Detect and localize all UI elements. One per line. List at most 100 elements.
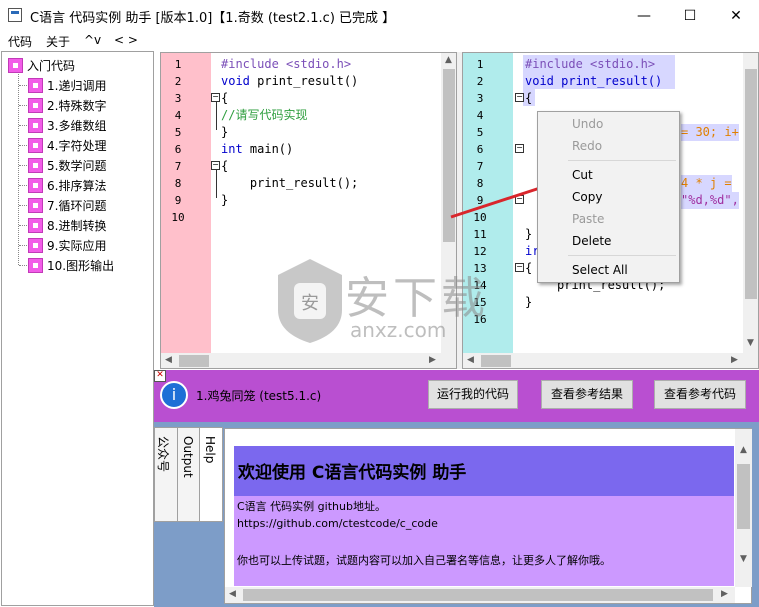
- menu-code[interactable]: 代码: [8, 33, 32, 50]
- tree-item-label: 2.特殊数字: [47, 98, 107, 113]
- ctx-undo[interactable]: Undo: [572, 117, 603, 131]
- tree-item-label: 5.数学问题: [47, 158, 107, 173]
- scroll-thumb-h[interactable]: [179, 355, 209, 367]
- tree-item[interactable]: 6.排序算法: [28, 175, 106, 195]
- help-scrollbar[interactable]: ▲ ▼: [735, 429, 752, 587]
- horizontal-scrollbar[interactable]: ◀ ▶: [161, 353, 456, 368]
- tab-output[interactable]: Output: [177, 427, 201, 522]
- tree-item[interactable]: 8.进制转换: [28, 215, 106, 235]
- help-hscrollbar[interactable]: ◀ ▶: [225, 587, 735, 603]
- tree-root[interactable]: 入门代码: [8, 55, 75, 75]
- code-line: void print_result(): [221, 74, 359, 88]
- file-icon: [28, 257, 43, 273]
- svg-text:安: 安: [301, 293, 319, 314]
- code-line: //请写代码实现: [221, 108, 308, 122]
- fold-marker[interactable]: −: [211, 161, 220, 170]
- context-menu: Undo Redo Cut Copy Paste Delete Select A…: [537, 111, 680, 283]
- line-number: 6: [174, 143, 182, 156]
- ctx-select-all[interactable]: Select All: [572, 263, 628, 277]
- line-number: 5: [476, 126, 484, 139]
- file-icon: [28, 177, 43, 193]
- scroll-left-icon[interactable]: ◀: [225, 587, 240, 602]
- scroll-up-icon[interactable]: ▲: [736, 443, 751, 458]
- file-icon: [28, 97, 43, 113]
- tree-item-label: 4.字符处理: [47, 138, 107, 153]
- tree-item-label: 6.排序算法: [47, 178, 107, 193]
- help-panel: 欢迎使用 C语言代码实例 助手 C语言 代码实例 github地址。 https…: [224, 428, 752, 604]
- watermark-logo: 安: [270, 255, 350, 345]
- ctx-copy[interactable]: Copy: [572, 190, 602, 204]
- fold-marker[interactable]: −: [515, 93, 524, 102]
- fold-marker[interactable]: −: [211, 93, 220, 102]
- info-icon: i: [160, 381, 188, 409]
- ref-code-line-5: = 30; i+: [681, 124, 739, 141]
- scroll-thumb-h[interactable]: [243, 589, 713, 601]
- code-line: int main(): [221, 142, 294, 156]
- help-line-1: C语言 代码实例 github地址。: [237, 500, 386, 513]
- ctx-delete[interactable]: Delete: [572, 234, 611, 248]
- file-icon: [28, 137, 43, 153]
- line-number: 1: [476, 58, 484, 71]
- tree-item[interactable]: 5.数学问题: [28, 155, 106, 175]
- line-number: 5: [174, 126, 182, 139]
- scroll-up-icon[interactable]: ▲: [441, 53, 456, 68]
- fold-marker[interactable]: −: [515, 144, 524, 153]
- run-my-code-button[interactable]: 运行我的代码: [428, 380, 518, 409]
- file-icon: [28, 197, 43, 213]
- scroll-left-icon[interactable]: ◀: [161, 353, 176, 368]
- line-number: 10: [171, 211, 185, 224]
- ctx-cut[interactable]: Cut: [572, 168, 593, 182]
- menu-toggle[interactable]: ^v: [84, 33, 101, 47]
- line-number: 12: [473, 245, 487, 258]
- fold-marker[interactable]: −: [515, 263, 524, 272]
- scroll-thumb[interactable]: [745, 69, 757, 299]
- scroll-right-icon[interactable]: ▶: [425, 353, 440, 368]
- line-number: 3: [174, 92, 182, 105]
- ctx-paste[interactable]: Paste: [572, 212, 604, 226]
- line-number: 7: [476, 160, 484, 173]
- tree-item[interactable]: 2.特殊数字: [28, 95, 106, 115]
- help-link[interactable]: https://github.com/ctestcode/c_code: [237, 517, 438, 530]
- file-icon: [28, 237, 43, 253]
- tab-help[interactable]: Help: [199, 427, 223, 522]
- tree-item[interactable]: 4.字符处理: [28, 135, 106, 155]
- line-number: 4: [476, 109, 484, 122]
- scroll-thumb-h[interactable]: [481, 355, 511, 367]
- tree-item-label: 9.实际应用: [47, 238, 107, 253]
- scroll-thumb[interactable]: [737, 464, 750, 529]
- scroll-right-icon[interactable]: ▶: [717, 587, 732, 602]
- file-icon: [28, 77, 43, 93]
- tree-item[interactable]: 9.实际应用: [28, 235, 106, 255]
- horizontal-scrollbar-right[interactable]: ◀ ▶: [463, 353, 758, 368]
- watermark-text: 安下载: [345, 273, 489, 324]
- tree-item-label: 8.进制转换: [47, 218, 107, 233]
- tree-item-label: 1.递归调用: [47, 78, 107, 93]
- line-number: 9: [174, 194, 182, 207]
- ctx-redo[interactable]: Redo: [572, 139, 602, 153]
- menu-about[interactable]: 关于: [46, 33, 70, 50]
- vertical-scrollbar-right[interactable]: ▼: [743, 53, 758, 353]
- code-line: }: [221, 193, 229, 207]
- view-reference-code-button[interactable]: 查看参考代码: [654, 380, 746, 409]
- code-line: {: [221, 159, 229, 173]
- tree-item[interactable]: 3.多维数组: [28, 115, 106, 135]
- scroll-right-icon[interactable]: ▶: [727, 353, 742, 368]
- tree-item[interactable]: 1.递归调用: [28, 75, 106, 95]
- menu-nav[interactable]: < >: [114, 33, 138, 47]
- close-button[interactable]: ✕: [713, 0, 759, 31]
- view-reference-result-button[interactable]: 查看参考结果: [541, 380, 633, 409]
- tree-item[interactable]: 10.图形输出: [28, 255, 114, 275]
- scroll-down-icon[interactable]: ▼: [743, 336, 758, 351]
- code-tree: 入门代码 1.递归调用 2.特殊数字 3.多维数组 4.字符处理 5.数学问题 6.排序算…: [1, 51, 154, 606]
- close-icon[interactable]: ✕: [154, 370, 166, 382]
- title-bar: C语言 代码实例 助手 [版本1.0]【1.奇数 (test2.1.c) 已完成…: [0, 0, 759, 31]
- window-title: C语言 代码实例 助手 [版本1.0]【1.奇数 (test2.1.c) 已完成…: [30, 11, 396, 26]
- scroll-left-icon[interactable]: ◀: [463, 353, 478, 368]
- maximize-button[interactable]: ☐: [667, 0, 713, 31]
- scroll-down-icon[interactable]: ▼: [736, 552, 751, 567]
- tree-item[interactable]: 7.循环问题: [28, 195, 106, 215]
- minimize-button[interactable]: —: [621, 0, 667, 31]
- tab-wechat[interactable]: 公众号: [154, 427, 178, 522]
- ref-code-line-11: }: [525, 227, 533, 241]
- menu-bar: 代码 关于 ^v < >: [0, 31, 759, 51]
